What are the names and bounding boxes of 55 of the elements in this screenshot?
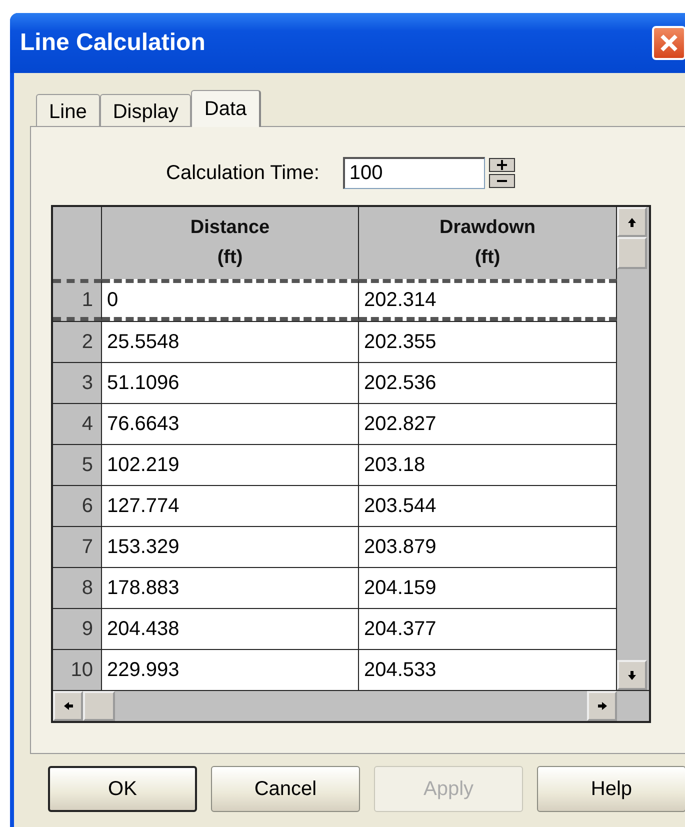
scroll-thumb[interactable] [617,237,647,269]
calculation-time-field[interactable]: 100 [343,157,486,189]
scroll-down-button[interactable] [617,660,647,690]
scroll-right-button[interactable] [587,691,617,721]
table-cell[interactable]: 203.879 [359,526,617,567]
close-button[interactable] [652,26,685,60]
horizontal-scrollbar[interactable] [53,690,617,721]
table-cell[interactable]: 51.1096 [102,362,359,403]
table-cell[interactable]: 0 [102,279,359,321]
decrement-icon[interactable] [489,174,516,188]
table-cell[interactable]: 204.438 [102,608,359,649]
scroll-left-button[interactable] [53,691,83,721]
up-arrow-icon [626,216,638,228]
table-cell[interactable]: 202.536 [359,362,617,403]
tab[interactable]: Line [36,94,100,126]
table-cell[interactable]: 204.377 [359,608,617,649]
dialog-button[interactable]: Cancel [211,766,360,812]
table-cell[interactable]: 127.774 [102,485,359,526]
table-cell[interactable]: 229.993 [102,649,359,690]
row-header[interactable]: 10 [53,649,102,690]
close-icon [659,33,679,53]
row-header[interactable]: 2 [53,321,102,362]
scroll-up-button[interactable] [617,207,647,237]
row-header[interactable]: 8 [53,567,102,608]
row-header[interactable]: 5 [53,444,102,485]
table-cell[interactable]: 203.18 [359,444,617,485]
row-header[interactable]: 6 [53,485,102,526]
table-cell[interactable]: 204.533 [359,649,617,690]
table-cell[interactable]: 153.329 [102,526,359,567]
table-cell[interactable]: 202.355 [359,321,617,362]
table-cell[interactable]: 202.827 [359,403,617,444]
row-header[interactable]: 9 [53,608,102,649]
vertical-scrollbar[interactable] [617,207,649,690]
field-label: Calculation Time: [166,162,320,184]
increment-icon[interactable] [489,158,516,172]
left-arrow-icon [62,700,74,712]
row-header[interactable]: 7 [53,526,102,567]
right-arrow-icon [596,700,608,712]
tab[interactable]: Display [100,94,192,126]
dialog-button[interactable]: Help [537,766,685,812]
row-header[interactable]: 1 [53,279,102,321]
table-cell[interactable]: 76.6643 [102,403,359,444]
table-cell[interactable]: 203.544 [359,485,617,526]
row-header[interactable]: 4 [53,403,102,444]
down-arrow-icon [626,670,638,680]
table-cell[interactable]: 204.159 [359,567,617,608]
table-cell[interactable]: 102.219 [102,444,359,485]
scroll-thumb[interactable] [83,691,115,721]
row-header[interactable]: 3 [53,362,102,403]
table-cell[interactable]: 25.5548 [102,321,359,362]
dialog-button[interactable]: OK [48,766,197,812]
window-title: Line Calculation [20,29,206,57]
tab[interactable]: Data [191,90,261,127]
table-cell[interactable]: 178.883 [102,567,359,608]
table-cell[interactable]: 202.314 [359,279,617,321]
